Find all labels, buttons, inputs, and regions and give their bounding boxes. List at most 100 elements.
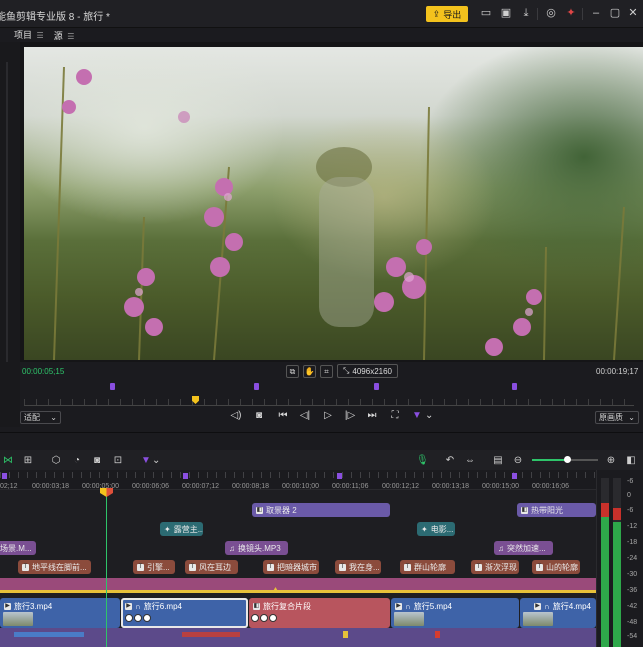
effect-clip[interactable]: ◧ 取景器 2 xyxy=(252,503,390,517)
account-icon[interactable]: ◎ xyxy=(545,7,557,19)
render-icon[interactable]: ▤ xyxy=(492,455,504,467)
microphone-icon[interactable]: 🎙 xyxy=(416,455,429,467)
camera-icon[interactable]: ◙ xyxy=(91,455,103,467)
ruler-tick: 00:00:15;00 xyxy=(482,483,519,490)
hand-tool-icon[interactable]: ✋ xyxy=(303,364,316,378)
layout-icon[interactable]: ▭ xyxy=(480,7,492,19)
ruler-marker[interactable] xyxy=(183,473,188,479)
crop-mode-icon[interactable]: ⧉ xyxy=(286,364,299,378)
video-icon: ▶ xyxy=(4,603,11,610)
music-clip[interactable]: 场景.M... xyxy=(0,541,36,555)
video-preview[interactable] xyxy=(24,47,643,360)
add-marker-icon[interactable]: ▼ xyxy=(411,410,423,422)
panel-divider[interactable] xyxy=(0,432,643,450)
audio-clip[interactable] xyxy=(14,632,84,637)
ruler-marker[interactable] xyxy=(337,473,342,479)
zoom-in-icon[interactable]: ⊕ xyxy=(605,455,617,467)
maximize-icon[interactable]: ▢ xyxy=(609,7,621,19)
video-thumbnail xyxy=(523,612,553,626)
save-icon[interactable]: ▣ xyxy=(500,7,512,19)
audio-track[interactable] xyxy=(0,628,596,647)
music-note-icon: ♫ xyxy=(229,543,235,553)
preview-marker[interactable] xyxy=(512,383,517,390)
video-clip[interactable]: ▶ ∩ 旅行5.mp4 xyxy=(391,598,519,628)
video-clip-label: 旅行复合片段 xyxy=(263,602,311,611)
zoom-slider-knob[interactable] xyxy=(564,456,571,463)
keyframe-marker[interactable] xyxy=(343,631,348,638)
ruler-tick: 02;12 xyxy=(0,483,18,490)
preview-marker[interactable] xyxy=(110,383,115,390)
fit-select[interactable]: 适配 ⌄ xyxy=(20,411,61,424)
play-icon[interactable]: ▷ xyxy=(322,410,334,422)
crop-icon[interactable]: ⌗ xyxy=(320,364,333,378)
meter-peak xyxy=(613,508,621,520)
subtitle-clip[interactable]: T 群山轮廓 xyxy=(400,560,455,574)
video-clip[interactable]: ▶ 旅行3.mp4 xyxy=(0,598,120,628)
ruler-marker[interactable] xyxy=(2,473,7,479)
volume-icon[interactable]: ◁) xyxy=(230,410,242,422)
preview-marker[interactable] xyxy=(374,383,379,390)
title-clip[interactable]: ✦ 电影... xyxy=(417,522,455,536)
music-clip[interactable]: ♫ 突然加速... xyxy=(494,541,553,555)
preview-scrub-bar[interactable] xyxy=(24,405,634,406)
snap-icon[interactable]: ⇔ xyxy=(464,455,476,467)
stabilize-icon[interactable]: ⬡ xyxy=(50,455,62,467)
undo-icon[interactable]: ↶ xyxy=(444,455,456,467)
gift-icon[interactable]: ✦ xyxy=(565,7,577,19)
split-icon[interactable]: ⋈ xyxy=(2,455,14,467)
next-frame-icon[interactable]: |▷ xyxy=(344,410,356,422)
video-clip-selected[interactable]: ▶ ∩ 旅行6.mp4 xyxy=(121,598,248,628)
subtitle-clip-label: 山的轮廓 xyxy=(546,562,578,572)
ruler-tick: 00:00:07;12 xyxy=(182,483,219,490)
zoom-out-icon[interactable]: ⊖ xyxy=(512,455,524,467)
effect-clip[interactable]: ◧ 热带阳光 xyxy=(517,503,596,517)
title-clip[interactable]: ✦ 露营主... xyxy=(160,522,203,536)
meter-level xyxy=(601,517,609,647)
subtitle-clip[interactable]: T 风在耳边 xyxy=(185,560,238,574)
adjustment-track[interactable] xyxy=(0,578,596,590)
preview-marker[interactable] xyxy=(254,383,259,390)
subtitle-clip[interactable]: T 我在身... xyxy=(335,560,381,574)
timeline-playhead[interactable] xyxy=(106,490,107,647)
chevron-down-icon[interactable]: ⌄ xyxy=(425,410,433,422)
snapshot-icon[interactable]: ⊡ xyxy=(112,455,124,467)
tab-source[interactable]: 源 ☰ xyxy=(54,29,75,42)
link-icon: ∩ xyxy=(405,602,411,611)
export-button[interactable]: ⇪ 导出 xyxy=(426,6,468,22)
download-icon[interactable]: ⤓ xyxy=(520,7,532,19)
close-icon[interactable]: ✕ xyxy=(627,7,639,19)
video-clip-label: 旅行5.mp4 xyxy=(413,602,452,611)
ruler-marker[interactable] xyxy=(512,473,517,479)
compound-clip[interactable]: ◧ 旅行复合片段 xyxy=(249,598,390,628)
subtitle-clip[interactable]: T 山的轮廓 xyxy=(532,560,580,574)
subtitle-clip[interactable]: T 引擎... xyxy=(133,560,175,574)
zoom-slider-fill xyxy=(532,459,566,461)
skip-end-icon[interactable]: ⏭ xyxy=(366,410,378,422)
prev-frame-icon[interactable]: ◁| xyxy=(299,410,311,422)
video-clip-label: 旅行4.mp4 xyxy=(552,602,591,611)
minimize-icon[interactable]: – xyxy=(590,7,602,19)
skip-start-icon[interactable]: ⏮ xyxy=(277,410,289,422)
video-clip[interactable]: ▶ ∩ 旅行4.mp4 xyxy=(520,598,596,628)
subtitle-clip[interactable]: T 渐次浮现 xyxy=(471,560,519,574)
text-icon: T xyxy=(536,563,543,571)
tab-project[interactable]: 项目 ☰ xyxy=(14,28,44,43)
quality-select[interactable]: 原画质 ⌄ xyxy=(595,411,639,424)
snapshot-icon[interactable]: ◙ xyxy=(253,410,265,422)
fullscreen-icon[interactable]: ⛶ xyxy=(389,410,401,422)
ruler-ticks xyxy=(0,472,596,478)
chevron-down-icon[interactable]: ⌄ xyxy=(152,455,160,467)
subtitle-clip[interactable]: T 地平线在脚前... xyxy=(18,560,91,574)
audio-clip[interactable] xyxy=(182,632,240,637)
panel-layout-icon[interactable]: ◧ xyxy=(625,455,637,467)
marker-icon[interactable]: ▼ xyxy=(140,455,152,467)
text-icon: T xyxy=(189,563,196,571)
panel-scrollbar[interactable] xyxy=(6,62,8,362)
music-clip[interactable]: ♫ 换镜头.MP3 xyxy=(225,541,288,555)
resolution-badge[interactable]: ⤡ 4096x2160 xyxy=(337,364,398,378)
speed-icon[interactable]: ◔ xyxy=(71,455,83,467)
subtitle-clip[interactable]: T 把暗器城市 xyxy=(263,560,319,574)
timeline-ruler[interactable]: 02;12 00:00:03;18 00:00:05;00 00:00:06;0… xyxy=(0,470,596,490)
keyframe-marker[interactable] xyxy=(435,631,440,638)
detach-icon[interactable]: ⊞ xyxy=(22,455,34,467)
